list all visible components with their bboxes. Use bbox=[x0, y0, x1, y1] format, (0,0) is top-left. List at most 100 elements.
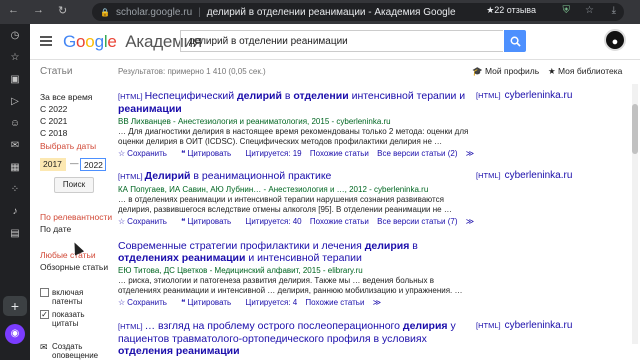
year-to-input[interactable]: 2022 bbox=[80, 158, 106, 171]
menu-icon[interactable] bbox=[40, 36, 52, 46]
archive-icon[interactable]: ▤ bbox=[9, 228, 21, 240]
result-count: Результатов: примерно 1 410 (0,05 сек.) bbox=[118, 67, 266, 76]
section-label[interactable]: Статьи bbox=[40, 66, 72, 77]
versions-link[interactable]: Все версии статьи (2) bbox=[377, 149, 457, 158]
apps-icon[interactable]: ⁘ bbox=[9, 184, 21, 196]
result-item: [HTML] Неспецифический делирий в отделени… bbox=[118, 90, 478, 159]
side-dock: ◷ ☆ ▣ ▷ ☺ ✉ ▦ ⁘ ♪ ▤ + ◉ bbox=[0, 24, 30, 360]
download-icon[interactable]: ⤓ bbox=[612, 5, 616, 16]
shield-icon[interactable]: ⛨ bbox=[563, 5, 571, 16]
cite-link[interactable]: ❝ Цитировать bbox=[181, 149, 237, 158]
cited-by-link[interactable]: Цитируется: 40 bbox=[245, 217, 301, 226]
nav-buttons: ← → ↻ bbox=[8, 4, 67, 17]
calendar-icon[interactable]: ▦ bbox=[9, 162, 21, 174]
result-title[interactable]: [HTML] Неспецифический делирий в отделени… bbox=[118, 90, 478, 115]
cited-by-link[interactable]: Цитируется: 19 bbox=[245, 149, 301, 158]
clock-icon[interactable]: ◷ bbox=[9, 30, 21, 42]
search-icon bbox=[510, 36, 521, 47]
result-snippet: … риска, этиологии и патогенеза развития… bbox=[118, 276, 463, 295]
side-source-link[interactable]: [HTML] cyberleninka.ru bbox=[476, 90, 572, 101]
bookmark-icon[interactable]: ☆ bbox=[585, 5, 594, 16]
music-icon[interactable]: ♪ bbox=[9, 206, 21, 218]
star-icon[interactable]: ☆ bbox=[9, 52, 21, 64]
more-icon[interactable]: ≫ bbox=[373, 298, 381, 307]
result-title[interactable]: [HTML]… взгляд на проблему острого после… bbox=[118, 320, 478, 357]
result-item: Современные стратегии профилактики и леч… bbox=[118, 240, 478, 308]
sort-relevance[interactable]: По релевантности bbox=[40, 212, 112, 222]
scholar-header: Google Академия делирий в отделении реан… bbox=[30, 24, 640, 60]
mail-icon[interactable]: ✉ bbox=[9, 140, 21, 152]
reload-icon[interactable]: ↻ bbox=[58, 4, 67, 17]
filter-anytime[interactable]: За все время bbox=[40, 92, 92, 102]
scrollbar-thumb[interactable] bbox=[632, 104, 638, 154]
result-footer: ☆ Сохранить ❝ Цитировать Цитируется: 4 Пох… bbox=[118, 297, 478, 308]
quote-icon: ❝ bbox=[181, 149, 186, 158]
back-icon[interactable]: ← bbox=[8, 4, 19, 17]
result-snippet: … Для диагностики делирия в настоящее вр… bbox=[118, 127, 469, 146]
library-star-icon: ★ bbox=[548, 66, 556, 76]
result-footer: ☆ Сохранить ❝ Цитировать Цитируется: 19 По… bbox=[118, 148, 478, 159]
add-panel-icon[interactable]: + bbox=[3, 296, 27, 316]
reviews-badge[interactable]: ★22 отзыва bbox=[486, 5, 536, 16]
forward-icon[interactable]: → bbox=[33, 4, 44, 17]
cube-icon[interactable]: ▣ bbox=[9, 74, 21, 86]
filter-since-2018[interactable]: С 2018 bbox=[40, 128, 67, 138]
create-alert-link[interactable]: Создать оповещение bbox=[52, 342, 108, 360]
save-link[interactable]: ☆ Сохранить bbox=[118, 298, 173, 307]
sub-header: Статьи Результатов: примерно 1 410 (0,05… bbox=[30, 60, 640, 84]
address-bar[interactable]: 🔒 scholar.google.ru | делирий в отделени… bbox=[92, 3, 624, 21]
search-button[interactable] bbox=[504, 30, 526, 52]
page-scrollbar[interactable] bbox=[632, 84, 638, 344]
assistant-icon[interactable]: ◉ bbox=[5, 324, 25, 344]
year-from-input[interactable]: 2017 bbox=[40, 158, 66, 171]
star-icon: ☆ bbox=[118, 149, 126, 158]
save-link[interactable]: ☆ Сохранить bbox=[118, 149, 173, 158]
result-snippet: … в отделениях реанимации и интенсивной … bbox=[118, 195, 452, 214]
filter-any-type[interactable]: Любые статьи bbox=[40, 250, 96, 260]
save-link[interactable]: ☆ Сохранить bbox=[118, 217, 173, 226]
profile-icon: 🎓 bbox=[472, 66, 483, 76]
filter-since-2022[interactable]: С 2022 bbox=[40, 104, 67, 114]
cite-link[interactable]: ❝ Цитировать bbox=[181, 298, 237, 307]
url-separator: | bbox=[198, 6, 201, 18]
result-footer: ☆ Сохранить ❝ Цитировать Цитируется: 40 По… bbox=[118, 216, 478, 227]
choose-dates-link[interactable]: Выбрать даты bbox=[40, 141, 96, 151]
side-source-link[interactable]: [HTML] cyberleninka.ru bbox=[476, 320, 572, 331]
mail-alert-icon: ✉ bbox=[40, 342, 48, 352]
show-citations-checkbox[interactable]: ✓ bbox=[40, 310, 49, 319]
filter-review-articles[interactable]: Обзорные статьи bbox=[40, 262, 108, 272]
lock-icon: 🔒 bbox=[100, 7, 110, 17]
quote-icon: ❝ bbox=[181, 298, 186, 307]
my-library-link[interactable]: ★ Моя библиотека bbox=[548, 66, 622, 77]
play-icon[interactable]: ▷ bbox=[9, 96, 21, 108]
date-search-button[interactable]: Поиск bbox=[54, 177, 94, 193]
include-patents-checkbox[interactable] bbox=[40, 288, 49, 297]
result-title[interactable]: [HTML] Делирий в реанимационной практике bbox=[118, 170, 478, 183]
smile-icon[interactable]: ☺ bbox=[9, 118, 21, 130]
related-link[interactable]: Похожие статьи bbox=[310, 149, 369, 158]
result-authors: ЕЮ Титова, ДС Цветков - Медицинский алфа… bbox=[118, 266, 363, 275]
cited-by-link[interactable]: Цитируется: 4 bbox=[245, 298, 297, 307]
related-link[interactable]: Похожие статьи bbox=[305, 298, 364, 307]
filter-since-2021[interactable]: С 2021 bbox=[40, 116, 67, 126]
more-icon[interactable]: ≫ bbox=[466, 149, 474, 158]
quote-icon: ❝ bbox=[181, 217, 186, 226]
more-icon[interactable]: ≫ bbox=[466, 217, 474, 226]
cite-link[interactable]: ❝ Цитировать bbox=[181, 217, 237, 226]
side-source-link[interactable]: [HTML] cyberleninka.ru bbox=[476, 170, 572, 181]
page-title-text: делирий в отделении реанимации - Академи… bbox=[206, 6, 456, 18]
year-range-dash: — bbox=[70, 158, 79, 168]
versions-link[interactable]: Все версии статьи (7) bbox=[377, 217, 457, 226]
avatar[interactable]: ● bbox=[604, 29, 626, 51]
star-icon: ☆ bbox=[118, 298, 126, 307]
my-profile-link[interactable]: 🎓 Мой профиль bbox=[472, 66, 539, 77]
browser-toolbar: ← → ↻ 🔒 scholar.google.ru | делирий в от… bbox=[0, 0, 640, 24]
result-title[interactable]: Современные стратегии профилактики и леч… bbox=[118, 240, 478, 264]
search-input[interactable]: делирий в отделении реанимации bbox=[180, 30, 503, 52]
url-text: scholar.google.ru bbox=[115, 6, 193, 18]
sort-date[interactable]: По дате bbox=[40, 224, 71, 234]
result-authors: ВВ Лихванцев - Анестезиология и реанимат… bbox=[118, 117, 391, 126]
result-item: [HTML]… взгляд на проблему острого после… bbox=[118, 320, 478, 357]
related-link[interactable]: Похожие статьи bbox=[310, 217, 369, 226]
result-item: [HTML] Делирий в реанимационной практике … bbox=[118, 170, 478, 227]
